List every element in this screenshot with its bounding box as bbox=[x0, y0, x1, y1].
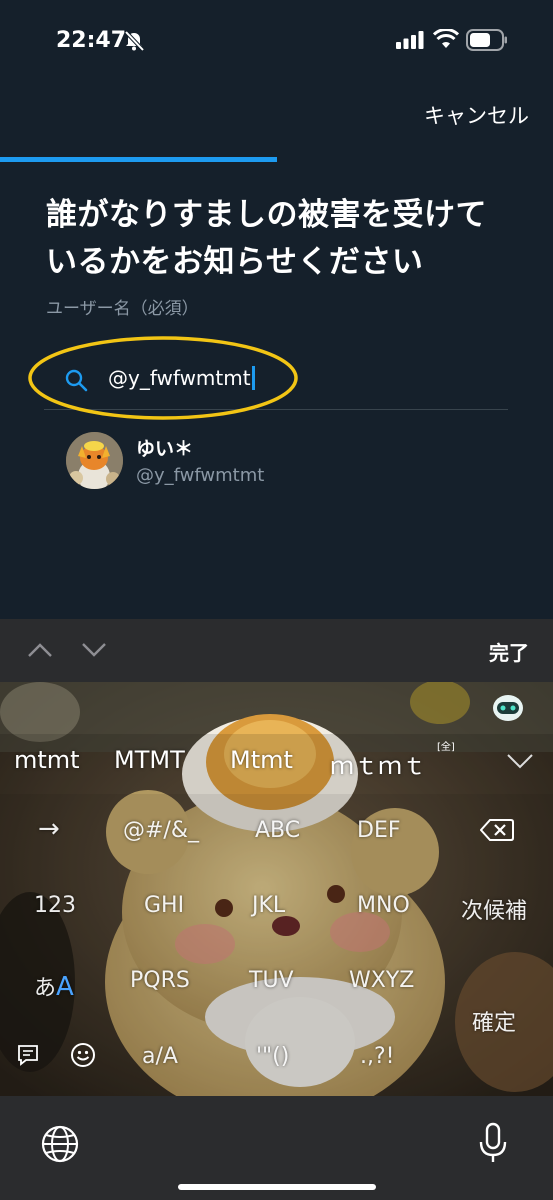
candidate-4[interactable]: ｍｔｍｔ bbox=[330, 746, 426, 781]
home-indicator bbox=[178, 1184, 376, 1190]
result-display-name: ゆい＊ bbox=[136, 438, 194, 460]
key-wxyz[interactable]: WXYZ bbox=[349, 968, 414, 993]
wifi-icon bbox=[433, 29, 459, 48]
progress-fill bbox=[0, 157, 277, 162]
keyboard-bottom-bar bbox=[0, 1096, 553, 1200]
search-icon bbox=[65, 369, 88, 392]
globe-icon[interactable] bbox=[40, 1124, 80, 1164]
expand-candidates-chevron-icon[interactable] bbox=[506, 752, 534, 770]
backspace-icon[interactable] bbox=[480, 818, 514, 842]
key-ghi[interactable]: GHI bbox=[144, 893, 184, 918]
screen: 22:47 キャンセル 誰がなりすましの被害を受けているかをお知らせください ユ… bbox=[0, 0, 553, 1200]
search-input-text: @y_fwfwmtmt bbox=[108, 366, 251, 390]
candidate-1[interactable]: mtmt bbox=[14, 746, 80, 774]
key-arrow-right[interactable]: → bbox=[38, 814, 60, 844]
keyboard-toolbar: 完了 bbox=[0, 619, 553, 682]
user-result-item[interactable]: ゆい＊ @y_fwfwmtmt bbox=[66, 432, 506, 494]
key-symbols[interactable]: @#/&_ bbox=[123, 818, 199, 843]
key-punctuation[interactable]: .,?! bbox=[360, 1044, 394, 1069]
candidate-3[interactable]: Mtmt bbox=[230, 746, 293, 774]
microphone-icon[interactable] bbox=[478, 1122, 508, 1164]
avatar bbox=[66, 432, 123, 489]
status-bar: 22:47 bbox=[0, 0, 553, 84]
avatar-image bbox=[66, 432, 123, 489]
chevron-up-icon[interactable] bbox=[26, 639, 54, 661]
teddy-bear-wallpaper-image bbox=[0, 682, 553, 1096]
key-case-toggle[interactable]: a/A bbox=[142, 1044, 178, 1069]
candidate-superscript: [全] bbox=[437, 742, 455, 753]
search-input-value[interactable]: @y_fwfwmtmt bbox=[108, 366, 255, 390]
battery-icon bbox=[466, 29, 507, 51]
emoji-smile-icon[interactable] bbox=[70, 1042, 96, 1068]
progress-bar bbox=[0, 157, 553, 162]
username-field-label: ユーザー名（必須） bbox=[46, 299, 199, 319]
key-tuv[interactable]: TUV bbox=[249, 968, 294, 993]
key-quotes[interactable]: '"() bbox=[256, 1044, 289, 1069]
chat-bubble-icon[interactable] bbox=[16, 1043, 40, 1067]
cellular-signal-icon bbox=[396, 31, 424, 49]
result-handle: @y_fwfwmtmt bbox=[136, 465, 265, 486]
key-mno[interactable]: MNO bbox=[357, 893, 410, 918]
text-caret bbox=[251, 366, 255, 390]
key-kana-a: あ bbox=[34, 976, 57, 1001]
keyboard: mtmt MTMT Mtmt ｍｔｍｔ [全] → @#/&_ ABC DEF … bbox=[0, 682, 553, 1096]
key-pqrs[interactable]: PQRS bbox=[130, 968, 190, 993]
key-next-candidate[interactable]: 次候補 bbox=[461, 893, 527, 925]
key-jkl[interactable]: JKL bbox=[252, 893, 285, 918]
cancel-button[interactable]: キャンセル bbox=[424, 100, 529, 130]
status-time: 22:47 bbox=[56, 28, 127, 53]
candidate-2[interactable]: MTMT bbox=[114, 746, 185, 774]
chevron-down-icon[interactable] bbox=[80, 639, 108, 661]
robot-mascot-icon[interactable] bbox=[491, 692, 525, 722]
key-kana-A: A bbox=[56, 972, 74, 1002]
username-search-input[interactable]: @y_fwfwmtmt bbox=[44, 358, 508, 410]
key-def[interactable]: DEF bbox=[357, 818, 401, 843]
key-confirm[interactable]: 確定 bbox=[472, 1005, 516, 1037]
key-abc[interactable]: ABC bbox=[255, 818, 300, 843]
bell-slash-icon bbox=[124, 30, 145, 52]
key-kana-toggle[interactable]: あA bbox=[34, 970, 74, 1002]
page-title: 誰がなりすましの被害を受けているかをお知らせください bbox=[46, 197, 487, 280]
key-123[interactable]: 123 bbox=[34, 893, 76, 918]
done-button[interactable]: 完了 bbox=[489, 637, 529, 666]
